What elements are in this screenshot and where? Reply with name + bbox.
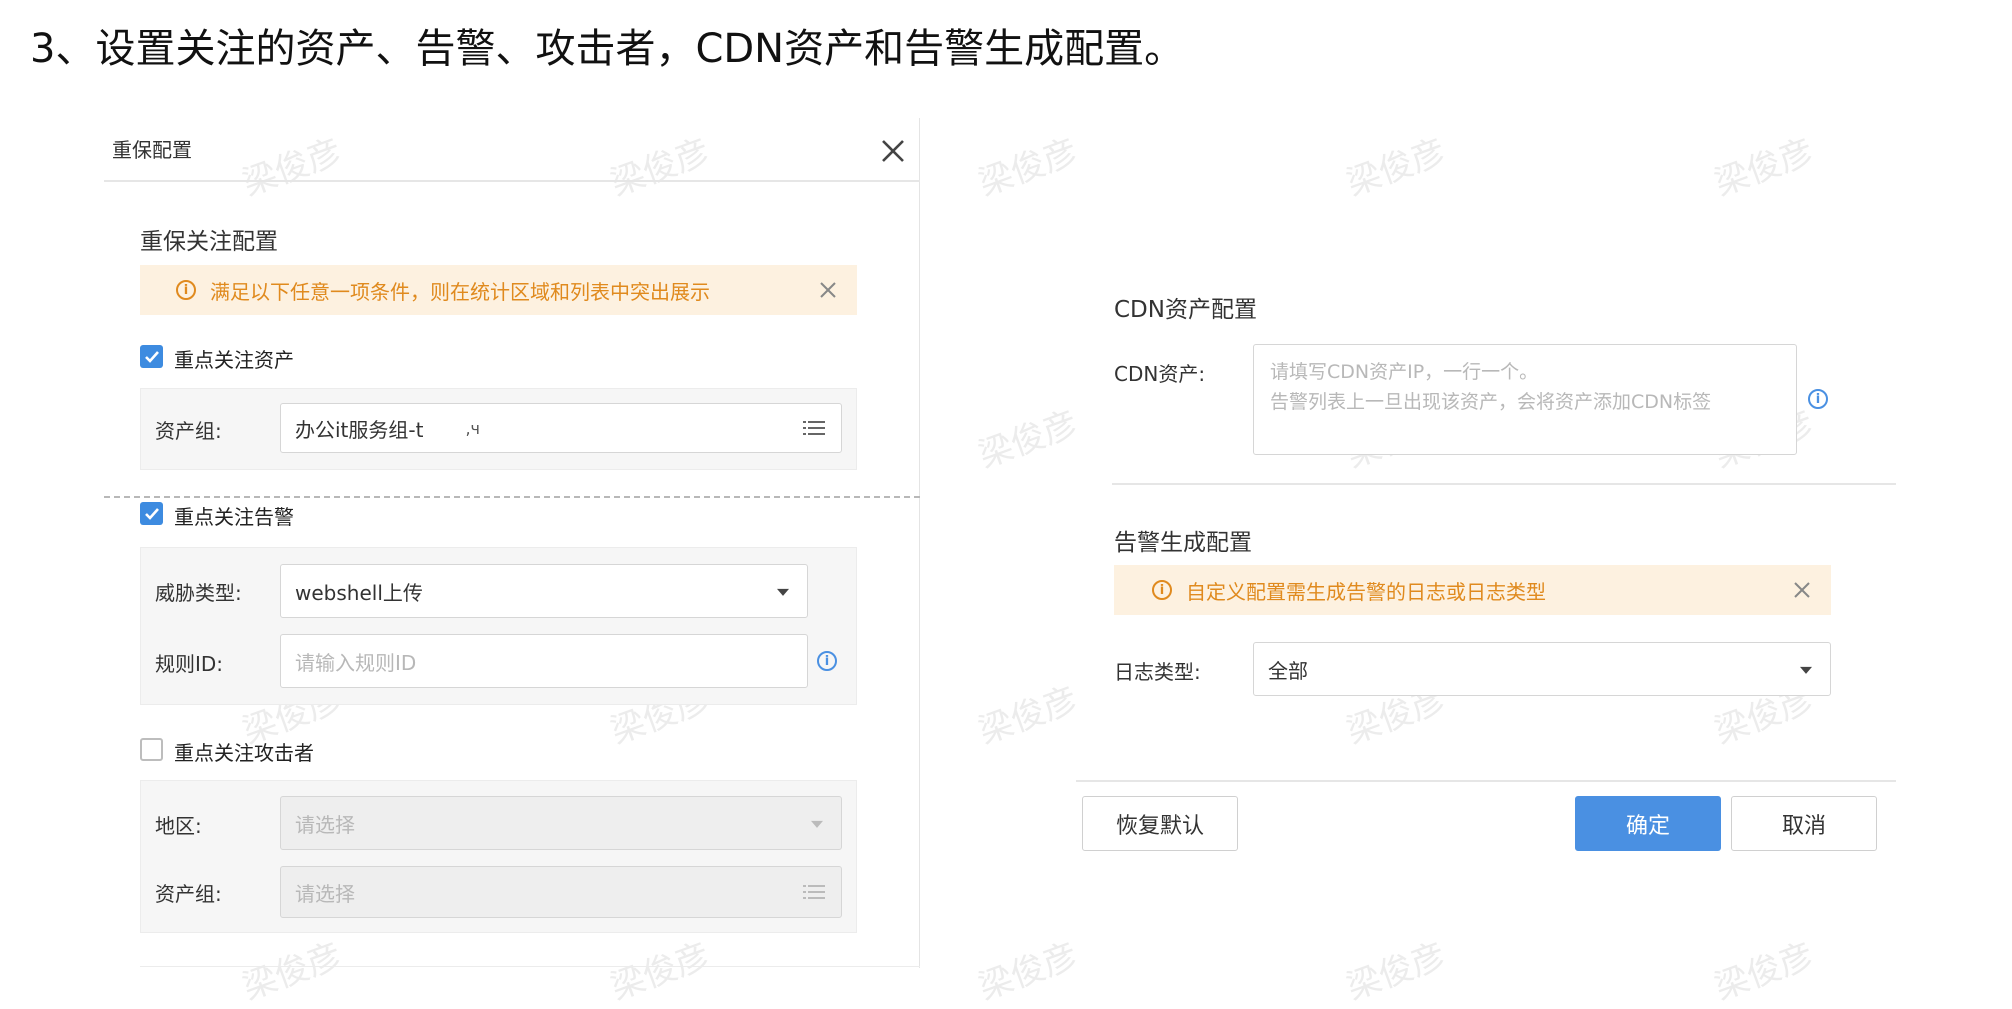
asset-group2-field[interactable]: 请选择 — [280, 866, 842, 918]
log-type-select[interactable]: 全部 — [1253, 642, 1831, 696]
asset-group-extra: ,ч — [465, 418, 481, 438]
alert-checkbox-label: 重点关注告警 — [174, 505, 294, 529]
title-divider — [104, 180, 920, 182]
attacker-checkbox-label: 重点关注攻击者 — [174, 741, 314, 765]
threat-type-value: webshell上传 — [295, 580, 423, 605]
footer-divider — [1076, 780, 1896, 782]
threat-type-label: 威胁类型: — [155, 581, 242, 605]
page-heading: 3、设置关注的资产、告警、攻击者，CDN资产和告警生成配置。 — [30, 26, 1185, 72]
asset-checkbox-label: 重点关注资产 — [174, 348, 294, 372]
asset-group-value: 办公it服务组-t — [295, 417, 424, 442]
cdn-placeholder-line1: 请填写CDN资产IP，一行一个。 — [1270, 361, 1539, 383]
region-placeholder: 请选择 — [295, 812, 355, 837]
log-type-value: 全部 — [1268, 658, 1308, 683]
alert-gen-section-title: 告警生成配置 — [1114, 530, 1252, 556]
asset-checkbox[interactable] — [140, 345, 163, 368]
threat-type-select[interactable]: webshell上传 — [280, 564, 808, 618]
watermark: 梁俊彦 — [1709, 131, 1819, 205]
info-icon[interactable]: i — [1808, 389, 1828, 409]
chevron-down-icon — [811, 820, 823, 828]
alert-gen-alert: i 自定义配置需生成告警的日志或日志类型 — [1114, 565, 1831, 615]
asset-group2-label: 资产组: — [155, 882, 222, 906]
bottom-divider — [140, 966, 920, 967]
asset-group2-placeholder: 请选择 — [295, 881, 355, 906]
watermark: 梁俊彦 — [1341, 131, 1451, 205]
cdn-textarea[interactable]: 请填写CDN资产IP，一行一个。 告警列表上一旦出现该资产，会将资产添加CDN标… — [1253, 344, 1797, 455]
watermark: 梁俊彦 — [1709, 935, 1819, 1009]
attacker-checkbox[interactable] — [140, 738, 163, 761]
watermark: 梁俊彦 — [973, 679, 1083, 753]
watermark: 梁俊彦 — [1341, 935, 1451, 1009]
focus-alert: i 满足以下任意一项条件，则在统计区域和列表中突出展示 — [140, 265, 857, 315]
rule-id-placeholder: 请输入规则ID — [295, 650, 417, 675]
list-icon[interactable] — [803, 420, 825, 436]
cdn-label: CDN资产: — [1114, 362, 1206, 386]
cdn-placeholder-line2: 告警列表上一旦出现该资产，会将资产添加CDN标签 — [1270, 391, 1712, 413]
cdn-section-title: CDN资产配置 — [1114, 297, 1257, 323]
log-type-label: 日志类型: — [1114, 660, 1201, 684]
alert-gen-alert-text: 自定义配置需生成告警的日志或日志类型 — [1186, 579, 1546, 604]
dashed-divider — [104, 496, 920, 498]
watermark: 梁俊彦 — [973, 935, 1083, 1009]
region-select[interactable]: 请选择 — [280, 796, 842, 850]
chevron-down-icon — [777, 588, 789, 596]
close-icon — [882, 140, 904, 162]
info-icon: i — [1152, 580, 1172, 600]
asset-group-field[interactable]: 办公it服务组-t ,ч — [280, 403, 842, 453]
section-divider — [1112, 483, 1896, 485]
dialog-title: 重保配置 — [112, 138, 192, 162]
alert-checkbox[interactable] — [140, 502, 163, 525]
watermark: 梁俊彦 — [973, 403, 1083, 477]
section-title-focus: 重保关注配置 — [140, 229, 278, 255]
restore-default-button[interactable]: 恢复默认 — [1082, 796, 1238, 851]
check-icon — [144, 350, 159, 363]
focus-alert-text: 满足以下任意一项条件，则在统计区域和列表中突出展示 — [210, 279, 710, 304]
close-button[interactable] — [876, 134, 910, 168]
watermark: 梁俊彦 — [973, 131, 1083, 205]
confirm-button[interactable]: 确定 — [1575, 796, 1721, 851]
close-alert-icon[interactable] — [819, 281, 837, 299]
asset-group-label: 资产组: — [155, 419, 222, 443]
info-icon[interactable]: i — [817, 651, 837, 671]
region-label: 地区: — [155, 814, 202, 838]
list-icon[interactable] — [803, 884, 825, 900]
rule-id-label: 规则ID: — [155, 652, 224, 676]
check-icon — [144, 507, 159, 520]
chevron-down-icon — [1800, 666, 1812, 674]
close-alert-icon[interactable] — [1793, 581, 1811, 599]
rule-id-input[interactable]: 请输入规则ID — [280, 634, 808, 688]
cancel-button[interactable]: 取消 — [1731, 796, 1877, 851]
info-icon: i — [176, 280, 196, 300]
